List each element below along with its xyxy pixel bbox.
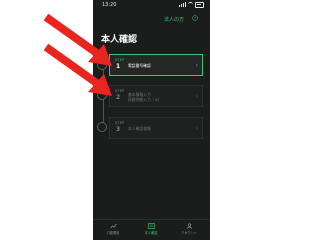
status-time: 13:20	[102, 2, 117, 8]
help-icon[interactable]: ?	[192, 15, 198, 21]
step-number: 3	[116, 126, 121, 133]
battery-icon	[195, 2, 204, 8]
status-icons	[179, 2, 204, 8]
step-label: 本人確認書類	[128, 126, 151, 131]
step-label: 電話番号確認	[128, 63, 151, 68]
step-2-card[interactable]: STEP 2 基本情報入力 振替明細入力（※） ›	[109, 85, 203, 107]
chart-icon	[109, 223, 117, 229]
step-word: STEP	[115, 121, 125, 125]
tab-label: 口座開設	[106, 231, 120, 235]
tab-identity[interactable]: 本人確認	[136, 223, 166, 235]
chevron-right-icon: ›	[195, 62, 198, 69]
step-label: 基本情報入力 振替明細入力（※）	[128, 92, 162, 102]
annotation-arrow-icon	[43, 43, 112, 96]
status-bar: 13:20	[93, 0, 210, 11]
corporate-link[interactable]: 法人の方	[164, 16, 184, 23]
chevron-right-icon: ›	[195, 93, 198, 100]
step-1-card[interactable]: STEP 1 電話番号確認 ›	[109, 54, 203, 76]
id-card-icon	[147, 223, 155, 229]
tab-label: 本人確認	[144, 231, 158, 235]
step-3-card[interactable]: STEP 3 本人確認書類 ›	[109, 117, 203, 139]
tab-bar: 口座開設 本人確認 アカウント	[93, 219, 210, 240]
svg-text:?: ?	[194, 16, 196, 20]
wifi-icon	[188, 2, 193, 7]
signal-icon	[179, 2, 186, 8]
user-icon	[186, 223, 192, 229]
tab-label: アカウント	[181, 231, 197, 235]
step-3-marker	[97, 122, 107, 132]
tab-account-opening[interactable]: 口座開設	[98, 223, 128, 235]
tab-account[interactable]: アカウント	[174, 223, 204, 235]
chevron-right-icon: ›	[195, 125, 198, 132]
